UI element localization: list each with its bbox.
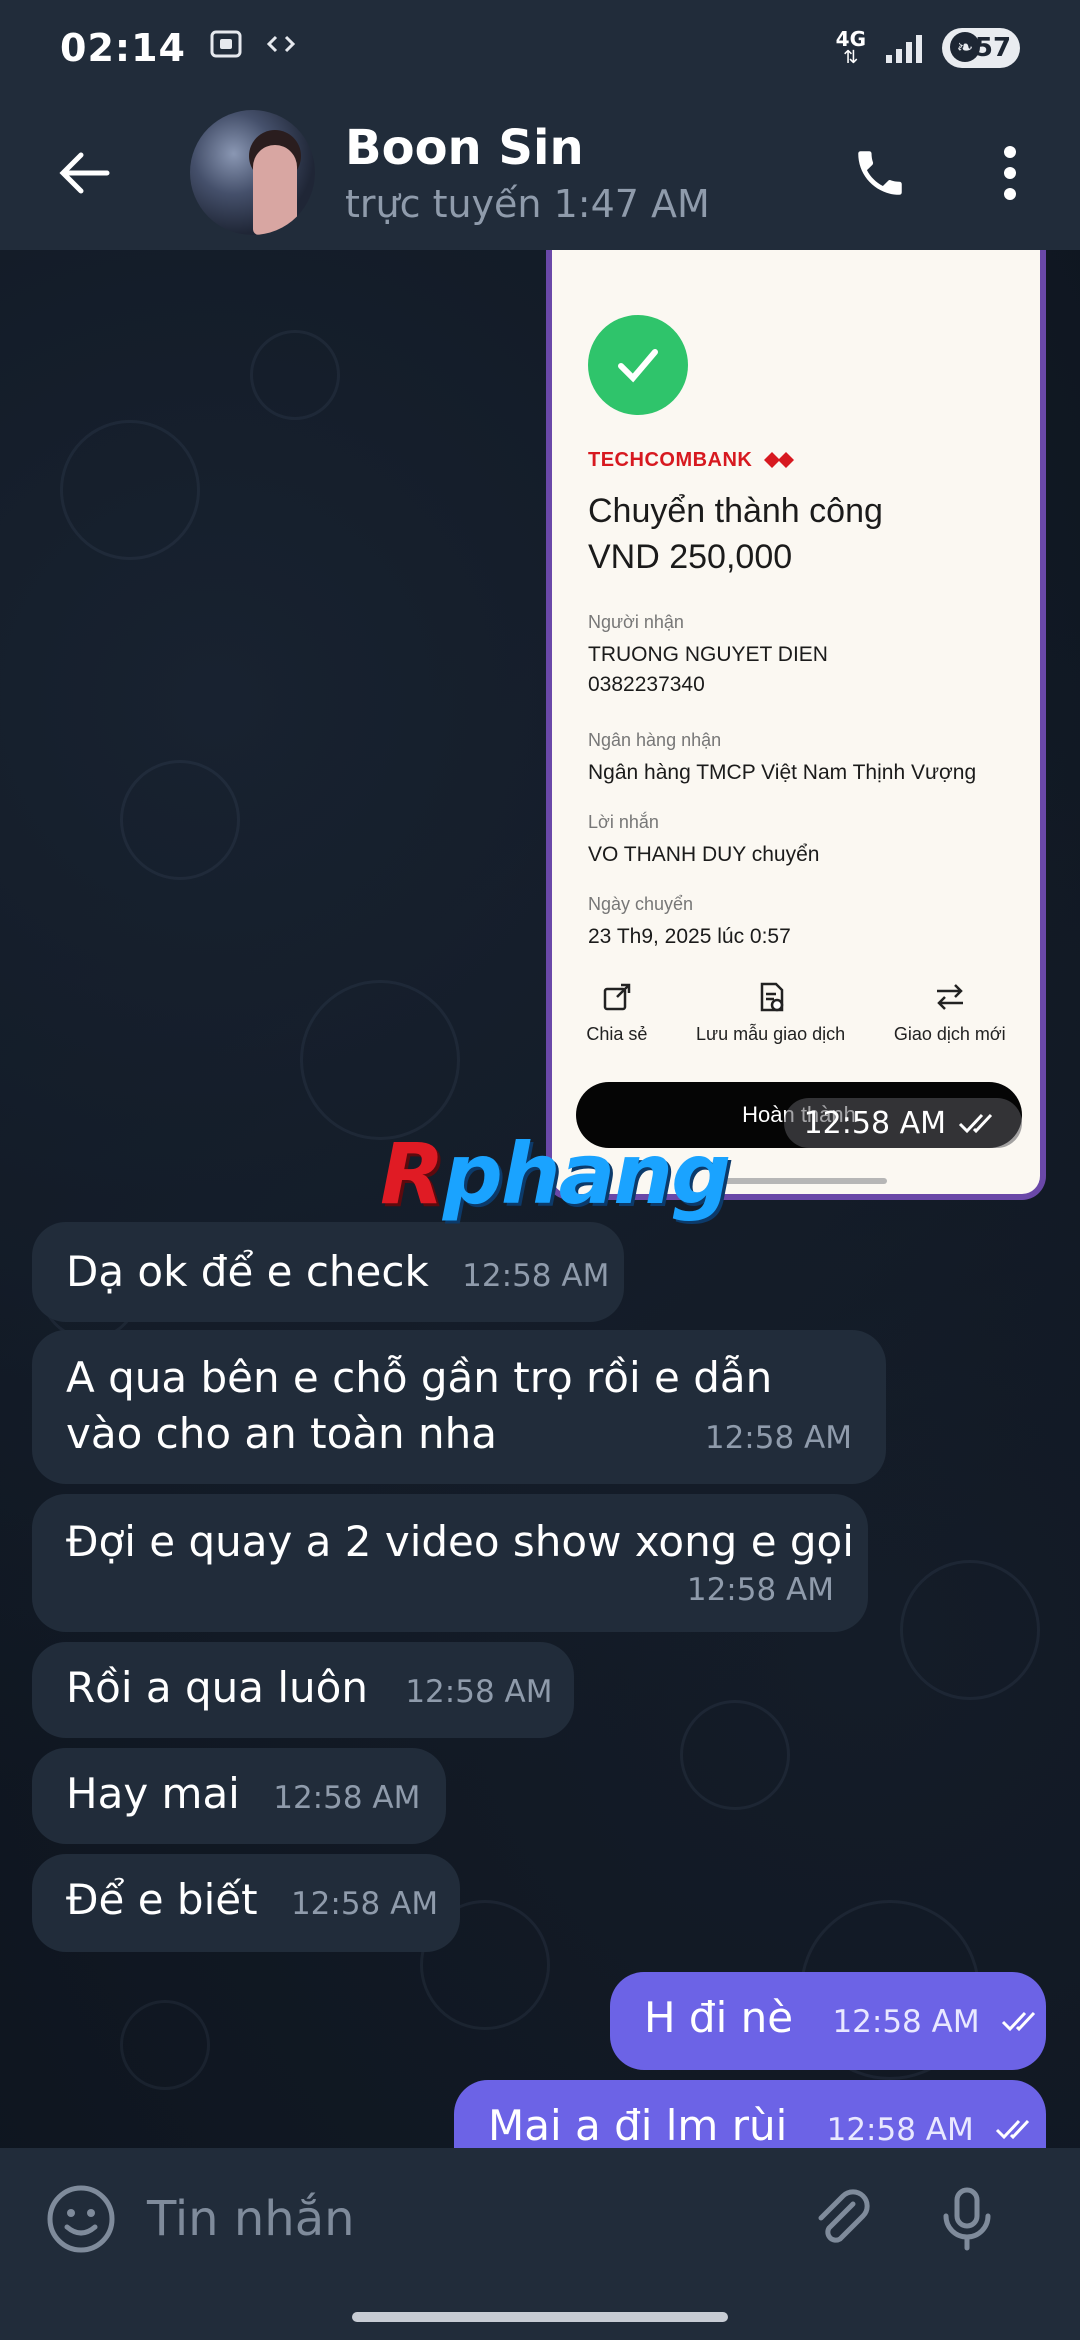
battery-icon: ❧ 57	[942, 27, 1020, 68]
voice-button[interactable]	[932, 2184, 1002, 2254]
chat-header: Boon Sin trực tuyến 1:47 AM	[0, 95, 1080, 250]
date-label: Ngày chuyển	[588, 894, 694, 914]
system-nav-bar	[0, 2290, 1080, 2340]
message-bubble-incoming[interactable]: A qua bên e chỗ gần trọ rồi e dẫn vào ch…	[32, 1330, 886, 1484]
header-actions	[850, 143, 1040, 203]
receipt-actions: Chia sẻ Lưu mẫu giao dịch Giao dịch mới	[552, 980, 1040, 1045]
receiving-bank-label: Ngân hàng nhận	[588, 730, 722, 750]
share-label: Chia sẻ	[586, 1024, 648, 1044]
battery-level: 57	[974, 32, 1012, 63]
home-gesture-pill[interactable]	[352, 2312, 728, 2322]
receiving-bank-value: Ngân hàng TMCP Việt Nam Thịnh Vượng	[588, 761, 977, 784]
data-arrows-icon: 4G ⇅	[835, 26, 866, 68]
message-text: Rồi a qua luôn	[66, 1663, 368, 1712]
transfer-receipt: TECHCOMBANK Chuyển thành công VND 250,00…	[552, 220, 1040, 1194]
receipt-home-indicator	[717, 1178, 887, 1184]
message-input-bar: Tin nhắn	[0, 2148, 1080, 2290]
avatar[interactable]	[190, 110, 315, 235]
emoji-button[interactable]	[45, 2183, 117, 2255]
message-time: 12:58 AM	[704, 1420, 852, 1456]
receipt-status: Chuyển thành công	[588, 492, 883, 530]
message-time: 12:58 AM	[826, 2112, 974, 2148]
more-button[interactable]	[980, 143, 1040, 203]
status-time: 02:14	[60, 25, 186, 70]
message-text: Dạ ok để e check	[66, 1247, 429, 1296]
screenshot-icon	[208, 26, 244, 70]
paperclip-icon	[818, 2189, 870, 2243]
contact-status: trực tuyến 1:47 AM	[345, 181, 710, 226]
back-arrow-icon	[59, 152, 110, 193]
recipient-account: 0382237340	[588, 673, 705, 696]
status-right: 4G ⇅ ❧ 57	[835, 26, 1020, 68]
watermark-text: phang	[442, 1125, 732, 1223]
signal-icon	[886, 33, 922, 63]
message-bubble-outgoing[interactable]: H đi nè 12:58 AM	[610, 1972, 1046, 2070]
save-template-action: Lưu mẫu giao dịch	[696, 980, 845, 1045]
receipt-title: Chuyển thành công VND 250,000	[588, 488, 883, 580]
call-button[interactable]	[850, 143, 910, 203]
message-text: Mai a đi lm rùi	[488, 2101, 788, 2150]
message-input[interactable]: Tin nhắn	[147, 2191, 807, 2247]
success-check-icon	[588, 315, 688, 415]
recipient-label: Người nhận	[588, 612, 684, 632]
attach-button[interactable]	[807, 2184, 877, 2254]
emoji-icon	[47, 2185, 115, 2253]
message-value: VO THANH DUY chuyển	[588, 843, 820, 866]
photo-timestamp: 12:58 AM	[783, 1098, 1022, 1148]
photo-message[interactable]: TECHCOMBANK Chuyển thành công VND 250,00…	[546, 220, 1046, 1200]
message-time: 12:58 AM	[686, 1572, 834, 1608]
message-bubble-incoming[interactable]: Đợi e quay a 2 video show xong e gọi 12:…	[32, 1494, 868, 1632]
network-label: 4G	[835, 26, 866, 51]
message-bubble-incoming[interactable]: Hay mai 12:58 AM	[32, 1748, 446, 1844]
new-transaction-label: Giao dịch mới	[893, 1024, 1006, 1044]
techcombank-logo-icon	[764, 452, 795, 468]
contact-name: Boon Sin	[345, 119, 584, 176]
swap-icon	[936, 984, 963, 1010]
contact-info[interactable]: Boon Sin trực tuyến 1:47 AM	[345, 120, 710, 226]
date-value: 23 Th9, 2025 lúc 0:57	[588, 925, 791, 948]
double-check-icon	[996, 2119, 1030, 2139]
message-time: 12:58 AM	[462, 1258, 610, 1294]
message-text: Để e biết	[66, 1875, 258, 1924]
message-text: Hay mai	[66, 1769, 240, 1818]
more-vertical-icon	[1004, 145, 1016, 200]
receipt-amount: VND 250,000	[588, 538, 793, 576]
leaf-icon: ❧	[950, 31, 980, 62]
message-time: 12:58 AM	[290, 1886, 439, 1922]
message-label: Lời nhắn	[588, 812, 659, 832]
photo-time-text: 12:58 AM	[803, 1105, 946, 1141]
share-icon	[603, 983, 631, 1011]
back-button[interactable]	[45, 133, 125, 213]
code-icon	[266, 29, 296, 67]
bank-logo: TECHCOMBANK	[588, 448, 796, 472]
watermark-initial: R	[380, 1125, 445, 1223]
watermark: Rphang	[380, 1125, 732, 1223]
message-text: H đi nè	[644, 1993, 794, 2042]
share-action: Chia sẻ	[586, 980, 647, 1045]
bank-name: TECHCOMBANK	[588, 448, 753, 471]
message-bubble-incoming[interactable]: Rồi a qua luôn 12:58 AM	[32, 1642, 574, 1738]
new-transaction-action: Giao dịch mới	[894, 980, 1006, 1045]
recipient-name: TRUONG NGUYET DIEN	[588, 643, 828, 666]
microphone-icon	[943, 2187, 991, 2251]
message-time: 12:58 AM	[832, 2004, 980, 2040]
save-template-label: Lưu mẫu giao dịch	[696, 1024, 846, 1044]
double-check-icon	[958, 1113, 993, 1134]
save-template-icon	[760, 982, 783, 1012]
message-time: 12:58 AM	[273, 1780, 421, 1816]
message-time: 12:58 AM	[405, 1674, 553, 1710]
phone-icon	[858, 150, 902, 195]
double-check-icon	[1001, 2011, 1036, 2031]
message-bubble-incoming[interactable]: Dạ ok để e check 12:58 AM	[32, 1222, 624, 1322]
status-bar: 02:14 4G ⇅ ❧ 57	[0, 0, 1080, 95]
message-bubble-incoming[interactable]: Để e biết 12:58 AM	[32, 1854, 460, 1952]
